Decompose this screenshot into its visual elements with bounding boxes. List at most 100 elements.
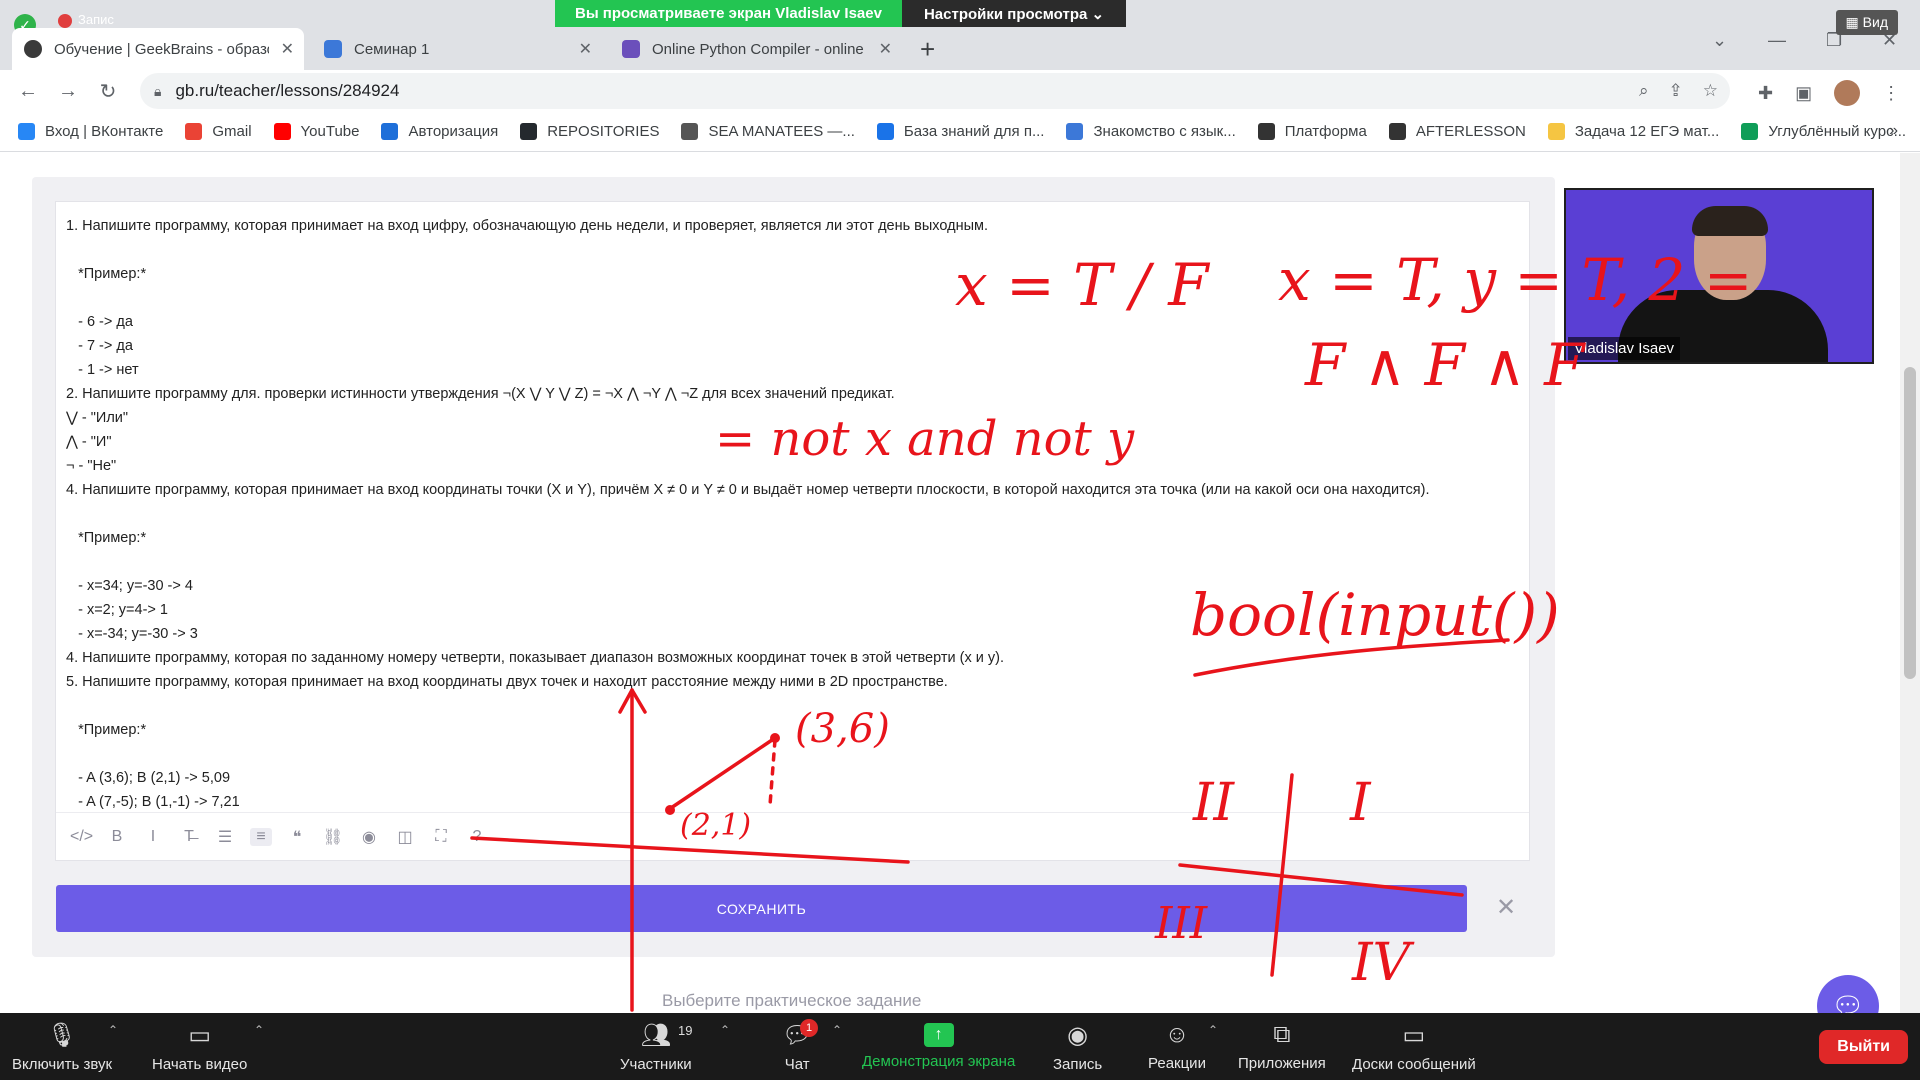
bookmark-item[interactable]: Авторизация (381, 123, 498, 140)
bookmark-favicon-icon (1741, 123, 1759, 140)
save-button[interactable]: СОХРАНИТЬ (56, 885, 1467, 932)
bookmark-item[interactable]: Углублённый курс... (1741, 123, 1906, 140)
recording-icon (58, 14, 72, 28)
chevron-up-icon[interactable]: ⌃ (1208, 1023, 1218, 1037)
editor-line: - 7 -> да (66, 338, 133, 354)
back-arrow-icon[interactable]: ← (8, 80, 48, 103)
bookmark-favicon-icon (1066, 123, 1084, 140)
apps-button[interactable]: ⧉ Приложения (1238, 1013, 1326, 1080)
markdown-editor[interactable]: 1. Напишите программу, которая принимает… (55, 201, 1530, 861)
bookmark-favicon-icon (1257, 123, 1275, 140)
record-icon: ◉ (1067, 1021, 1089, 1049)
view-settings-button[interactable]: Настройки просмотра ⌄ (901, 0, 1127, 27)
tab-title: Семинар 1 (354, 40, 430, 58)
bookmark-label: YouTube (300, 123, 360, 140)
close-icon[interactable]: ✕ (1496, 893, 1516, 922)
unmute-button[interactable]: 🎙︎ Включить звук (12, 1013, 112, 1080)
side-by-side-icon[interactable]: ◫ (394, 827, 416, 847)
editor-textarea[interactable]: 1. Напишите программу, которая принимает… (56, 202, 1529, 810)
editor-line: 4. Напишите программу, которая по заданн… (66, 650, 1004, 666)
bookmark-label: Gmail (212, 123, 252, 140)
profile-avatar[interactable] (1834, 80, 1861, 106)
page-scrollbar[interactable] (1900, 153, 1920, 1013)
bookmark-item[interactable]: База знаний для п... (876, 123, 1044, 140)
reactions-label: Реакции (1148, 1055, 1206, 1072)
editor-line: - A (7,-5); B (1,-1) -> 7,21 (66, 794, 240, 810)
editor-line: ⋀ - "И" (66, 434, 112, 450)
bold-icon[interactable]: B (106, 828, 128, 846)
bookmark-star-icon[interactable]: ☆ (1703, 81, 1718, 101)
forward-arrow-icon[interactable]: → (48, 80, 88, 103)
chevron-up-icon[interactable]: ⌃ (254, 1023, 264, 1037)
record-button[interactable]: ◉ Запись (1053, 1013, 1102, 1080)
bookmark-label: Знакомство с язык... (1093, 123, 1236, 140)
help-icon[interactable]: ? (466, 828, 488, 846)
close-icon[interactable]: ✕ (879, 39, 892, 59)
bookmark-label: Авторизация (408, 123, 499, 140)
bullet-list-icon[interactable]: ☰ (214, 827, 236, 847)
zoom-view-button[interactable]: ▦ Вид (1835, 10, 1898, 35)
bookmark-item[interactable]: SEA MANATEES —... (681, 123, 855, 140)
tab-geekbrains[interactable]: Обучение | GeekBrains - образо ✕ (12, 28, 304, 70)
zoom-magnifier-icon[interactable]: ⌕ (1639, 81, 1649, 101)
zoom-control-bar: 🎙︎ Включить звук ⌃ ▭ Начать видео ⌃ 👥︎ У… (0, 1013, 1920, 1080)
participant-video-tile[interactable]: Vladislav Isaev (1564, 188, 1874, 364)
bookmark-label: AFTERLESSON (1415, 123, 1526, 140)
editor-line: ¬ - "Не" (66, 458, 117, 474)
chevron-up-icon[interactable]: ⌃ (832, 1023, 842, 1037)
editor-line: 4. Напишите программу, которая принимает… (66, 482, 1430, 498)
bookmark-item[interactable]: YouTube (273, 123, 360, 140)
share-screen-button[interactable]: ↑ Демонстрация экрана (862, 1013, 1015, 1080)
menu-dots-icon[interactable]: ⋮ (1882, 83, 1900, 104)
side-panel-icon[interactable]: ▣ (1795, 83, 1812, 104)
quote-icon[interactable]: ❝ (286, 827, 308, 847)
bookmark-item[interactable]: Задача 12 ЕГЭ мат... (1547, 123, 1719, 140)
editor-line: - x=34; y=-30 -> 4 (66, 578, 193, 594)
editor-line: - 6 -> да (66, 314, 133, 330)
whiteboards-button[interactable]: ▭ Доски сообщений (1352, 1013, 1476, 1080)
code-icon[interactable]: </> (70, 828, 93, 846)
bookmark-item[interactable]: Платформа (1257, 123, 1367, 140)
fullscreen-icon[interactable]: ⛶ (430, 828, 452, 846)
tab-seminar[interactable]: Семинар 1 ✕ (312, 28, 602, 70)
tab-python-compiler[interactable]: Online Python Compiler - online ✕ (610, 28, 902, 70)
share-screen-icon: ↑ (923, 1023, 954, 1047)
extensions-puzzle-icon[interactable]: ✚ (1758, 83, 1773, 104)
chevron-up-icon[interactable]: ⌃ (720, 1023, 730, 1037)
tab-title: Online Python Compiler - online (652, 40, 864, 58)
bookmark-item[interactable]: AFTERLESSON (1388, 123, 1526, 140)
numbered-list-icon[interactable]: ≡ (250, 827, 272, 846)
close-icon[interactable]: ✕ (579, 39, 592, 59)
share-icon[interactable]: ⇪ (1669, 81, 1683, 101)
bookmarks-overflow-icon[interactable]: » (1889, 122, 1898, 140)
bookmark-item[interactable]: Gmail (185, 123, 252, 140)
bookmark-item[interactable]: Знакомство с язык... (1066, 123, 1236, 140)
address-bar[interactable]: 🔒︎ gb.ru/teacher/lessons/284924 ⌕ ⇪ ☆ (140, 73, 1730, 109)
strikethrough-icon[interactable]: T̶ (178, 828, 200, 846)
close-icon[interactable]: ✕ (281, 39, 294, 59)
new-tab-plus-icon[interactable]: + (920, 34, 935, 65)
leave-meeting-button[interactable]: Выйти (1819, 1030, 1908, 1064)
chevron-up-icon[interactable]: ⌃ (108, 1023, 118, 1037)
scrollbar-thumb[interactable] (1904, 367, 1916, 679)
preview-icon[interactable]: ◉ (358, 827, 380, 847)
editor-line: ⋁ - "Или" (66, 410, 129, 426)
participants-label: Участники (620, 1055, 692, 1073)
bookmark-favicon-icon (185, 123, 203, 140)
link-icon[interactable]: ⛓ (322, 827, 344, 847)
tab-search-chevron-icon[interactable]: ⌄ (1712, 30, 1727, 51)
reactions-button[interactable]: ☺ Реакции (1148, 1013, 1206, 1080)
practice-task-select[interactable]: Выберите практическое задание (662, 991, 921, 1011)
editor-line: *Пример:* (66, 530, 147, 546)
italic-icon[interactable]: I (142, 828, 164, 846)
minimize-icon[interactable]: — (1768, 30, 1786, 51)
bookmark-item[interactable]: REPOSITORIES (520, 123, 659, 140)
bookmark-favicon-icon (1388, 123, 1406, 140)
start-video-button[interactable]: ▭ Начать видео (152, 1013, 247, 1080)
reload-icon[interactable]: ↻ (88, 79, 128, 104)
bookmark-item[interactable]: Вход | ВКонтакте (18, 123, 163, 140)
